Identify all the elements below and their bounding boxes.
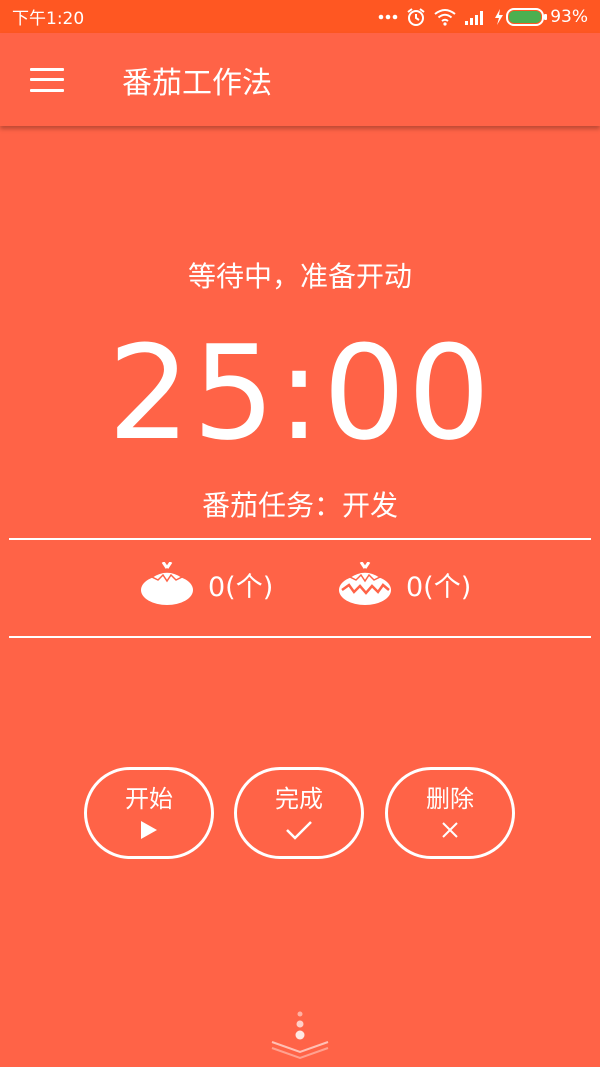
- close-icon: [442, 822, 458, 838]
- alarm-icon: [407, 7, 425, 26]
- broken-count-value: 0(个): [406, 571, 472, 603]
- completed-count-value: 0(个): [208, 571, 274, 603]
- app-title: 番茄工作法: [122, 65, 272, 101]
- battery-percent: 93%: [550, 6, 588, 27]
- battery-indicator: 93%: [494, 7, 588, 27]
- broken-tomato-icon: [339, 562, 391, 605]
- completed-count: 0(个): [140, 562, 273, 606]
- app-bar: 番茄工作法: [0, 33, 600, 126]
- task-value: 开发: [342, 489, 399, 522]
- signal-icon: [465, 10, 484, 25]
- status-icons: 93%: [378, 7, 588, 27]
- delete-button[interactable]: 删除: [385, 767, 515, 859]
- start-button-label: 开始: [125, 785, 173, 813]
- status-time: 下午1:20: [12, 9, 85, 29]
- delete-button-label: 删除: [426, 785, 474, 813]
- task-label: 番茄任务：: [201, 489, 342, 522]
- task-line: 番茄任务：开发: [0, 484, 600, 524]
- timer-display: 25:00: [107, 317, 493, 469]
- check-icon: [286, 821, 312, 840]
- divider-top: [9, 538, 591, 540]
- broken-count: 0(个): [338, 562, 471, 606]
- wifi-icon: [434, 8, 456, 26]
- timer-state-text: 等待中，准备开动: [187, 260, 412, 293]
- pomodoro-counts: 0(个) 0(个): [0, 562, 600, 618]
- play-icon: [141, 821, 157, 839]
- battery-icon: [506, 7, 548, 26]
- done-button[interactable]: 完成: [234, 767, 364, 859]
- hamburger-menu-icon[interactable]: [30, 67, 64, 92]
- swipe-up-hint-icon[interactable]: [268, 1010, 332, 1060]
- charging-icon: [495, 8, 504, 25]
- tomato-icon: [141, 562, 193, 605]
- start-button[interactable]: 开始: [84, 767, 214, 859]
- status-bar: 下午1:20 93%: [0, 0, 600, 33]
- divider-bottom: [9, 636, 591, 638]
- more-dots-icon: [378, 14, 398, 19]
- done-button-label: 完成: [275, 785, 323, 813]
